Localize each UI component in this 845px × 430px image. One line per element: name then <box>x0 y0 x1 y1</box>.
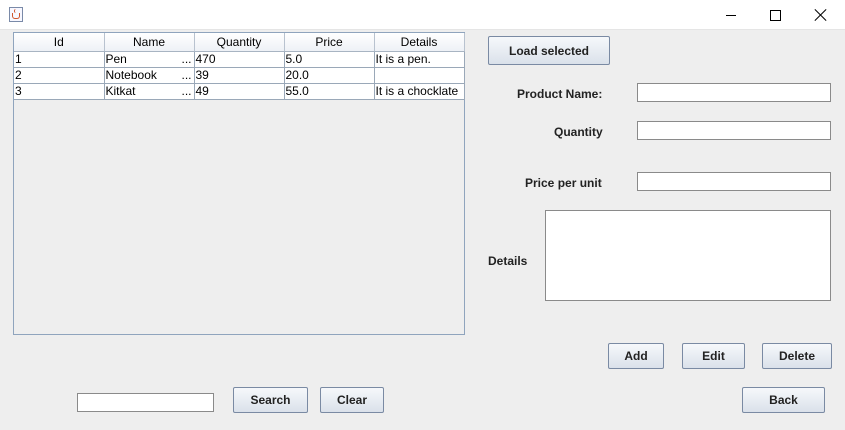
close-button[interactable] <box>798 0 844 30</box>
minimize-icon <box>726 14 736 16</box>
cell-price[interactable]: 5.0 <box>284 51 375 68</box>
cell-price[interactable]: 20.0 <box>284 67 375 84</box>
cell-ellipsis: ... <box>181 84 192 98</box>
cell-details[interactable] <box>374 67 465 84</box>
cell-quantity[interactable]: 39 <box>194 67 285 84</box>
cell-name[interactable]: Notebook... <box>104 67 195 84</box>
load-selected-button[interactable]: Load selected <box>488 36 610 65</box>
search-button[interactable]: Search <box>233 387 308 413</box>
delete-button[interactable]: Delete <box>762 343 832 369</box>
cell-quantity[interactable]: 470 <box>194 51 285 68</box>
column-header-details[interactable]: Details <box>374 33 465 52</box>
products-table[interactable]: Id Name Quantity Price Details 1 Pen... … <box>13 32 465 335</box>
price-per-unit-label: Price per unit <box>525 176 602 190</box>
column-header-price[interactable]: Price <box>284 33 375 52</box>
java-icon <box>9 7 23 22</box>
cell-id[interactable]: 2 <box>14 67 105 84</box>
add-button[interactable]: Add <box>608 343 664 369</box>
cell-price[interactable]: 55.0 <box>284 83 375 100</box>
price-per-unit-input[interactable] <box>637 172 831 191</box>
table-header: Id Name Quantity Price Details <box>14 33 465 52</box>
quantity-input[interactable] <box>637 121 831 140</box>
cell-ellipsis: ... <box>181 68 192 82</box>
details-textarea[interactable] <box>545 210 831 301</box>
title-bar <box>0 0 845 30</box>
cell-details[interactable]: It is a chocklate <box>374 83 465 100</box>
minimize-button[interactable] <box>708 0 754 30</box>
cell-name[interactable]: Kitkat... <box>104 83 195 100</box>
maximize-icon <box>769 9 781 21</box>
clear-button[interactable]: Clear <box>320 387 384 413</box>
back-button[interactable]: Back <box>742 387 825 413</box>
product-name-input[interactable] <box>637 83 831 102</box>
product-name-label: Product Name: <box>517 87 603 101</box>
cell-ellipsis: ... <box>181 52 192 66</box>
cell-details[interactable]: It is a pen. <box>374 51 465 68</box>
quantity-label: Quantity <box>554 125 603 139</box>
cell-name-text: Kitkat <box>105 84 136 98</box>
edit-button[interactable]: Edit <box>682 343 745 369</box>
cell-id[interactable]: 1 <box>14 51 105 68</box>
search-input[interactable] <box>77 393 214 412</box>
table-row[interactable]: 3 Kitkat... 49 55.0 It is a chocklate <box>14 83 465 100</box>
cell-name-text: Notebook <box>105 68 157 82</box>
column-header-name[interactable]: Name <box>104 33 195 52</box>
column-header-id[interactable]: Id <box>14 33 105 52</box>
close-icon <box>815 9 827 21</box>
table-row[interactable]: 2 Notebook... 39 20.0 <box>14 67 465 84</box>
cell-name[interactable]: Pen... <box>104 51 195 68</box>
cell-quantity[interactable]: 49 <box>194 83 285 100</box>
details-label: Details <box>488 254 528 268</box>
column-header-quantity[interactable]: Quantity <box>194 33 285 52</box>
table-row[interactable]: 1 Pen... 470 5.0 It is a pen. <box>14 51 465 68</box>
maximize-button[interactable] <box>752 0 798 30</box>
cell-name-text: Pen <box>105 52 127 66</box>
cell-id[interactable]: 3 <box>14 83 105 100</box>
